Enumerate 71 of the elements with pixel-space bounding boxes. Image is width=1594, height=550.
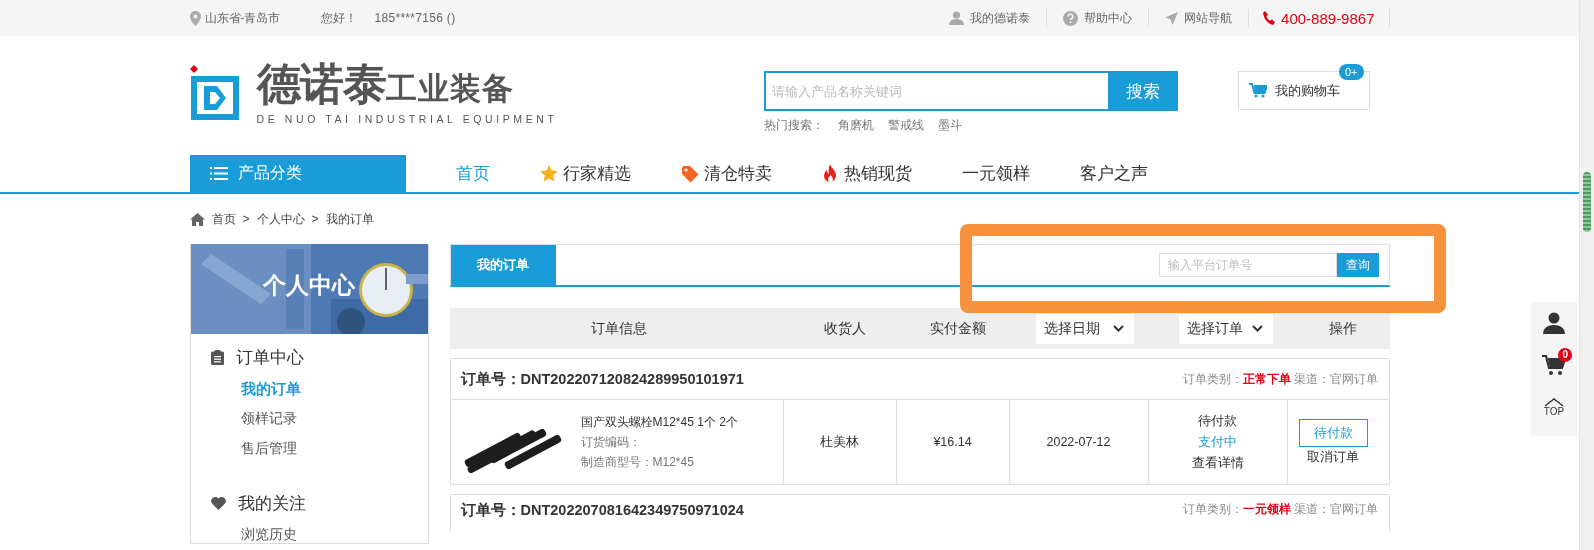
- breadcrumb-separator: >: [311, 212, 319, 226]
- user-phone-text[interactable]: 185****7156 (): [374, 11, 456, 25]
- flame-icon: [821, 163, 839, 184]
- user-icon: [949, 11, 965, 25]
- logo-title: 德诺泰: [256, 62, 386, 106]
- location-pin-icon: [189, 10, 201, 26]
- product-name[interactable]: 国产双头螺栓M12*45 1个 2个: [580, 413, 738, 431]
- product-model: 制造商型号：M12*45: [580, 453, 695, 471]
- cart-count-badge: 0: [1558, 348, 1572, 362]
- top-link[interactable]: 网站导航: [1184, 9, 1233, 27]
- sidebar-group-title: 订单中心: [235, 346, 304, 369]
- order-date: 2022-07-12: [1046, 435, 1111, 449]
- breadcrumb-current: 我的订单: [325, 210, 374, 228]
- breadcrumb-link[interactable]: 首页: [211, 210, 236, 228]
- chevron-down-icon: [1113, 325, 1124, 332]
- column-header: 操作: [1328, 319, 1358, 338]
- nav-link[interactable]: 行家精选: [562, 162, 631, 185]
- clipboard-icon: [210, 349, 224, 365]
- order-number: 订单号：DNT202207081642349750971024: [460, 501, 744, 520]
- search-field[interactable]: 请输入产品名称关键词: [763, 71, 1108, 111]
- order-meta-text: 订单类别：一元领样 渠道：官网订单: [1183, 501, 1379, 518]
- home-icon: [189, 212, 205, 226]
- filter-dropdown[interactable]: 选择订单: [1179, 313, 1273, 344]
- column-header: 订单信息: [590, 319, 648, 338]
- top-link[interactable]: 帮助中心: [1084, 9, 1133, 27]
- receiver-name: 杜美林: [820, 433, 859, 451]
- hot-search-link[interactable]: 警戒线: [887, 117, 924, 134]
- order-status: 待付款: [1198, 412, 1237, 430]
- breadcrumb-link[interactable]: 个人中心: [256, 210, 305, 228]
- column-header: 实付金额: [929, 319, 987, 338]
- phone-icon: [1263, 11, 1276, 25]
- column-header: 收货人: [823, 319, 867, 338]
- details-link[interactable]: 查看详情: [1191, 454, 1244, 472]
- help-icon: [1063, 10, 1079, 26]
- hotline-number: 400-889-9867: [1281, 9, 1375, 27]
- sidebar-item[interactable]: 售后管理: [240, 434, 428, 464]
- cancel-order-link[interactable]: 取消订单: [1307, 448, 1359, 466]
- heart-icon: [210, 496, 226, 510]
- nav-link[interactable]: 客户之声: [1079, 162, 1148, 185]
- navigation-arrow-icon: [1165, 11, 1179, 25]
- hot-search-link[interactable]: 角磨机: [837, 117, 874, 134]
- breadcrumb-separator: >: [242, 212, 250, 226]
- filter-dropdown[interactable]: 选择日期: [1036, 313, 1134, 344]
- location-text[interactable]: 山东省-青岛市: [204, 9, 281, 27]
- top-link[interactable]: 我的德诺泰: [970, 9, 1031, 27]
- nav-link[interactable]: 清仓特卖: [703, 162, 772, 185]
- sidebar-item[interactable]: 浏览历史: [240, 520, 428, 550]
- logo-subtitle: 工业装备: [385, 71, 514, 108]
- greeting-text: 您好！: [320, 9, 357, 27]
- logo-tagline: DE NUO TAI INDUSTRIAL EQUIPMENT: [256, 113, 558, 125]
- menu-icon: [209, 167, 228, 180]
- cart-icon: [1248, 83, 1267, 98]
- order-number: 订单号：DNT202207120824289950101971: [460, 369, 744, 389]
- nav-link[interactable]: 热销现货: [843, 162, 912, 185]
- user-icon[interactable]: [1543, 312, 1565, 334]
- order-amount: ¥16.14: [933, 435, 972, 449]
- nav-link[interactable]: 一元领样: [961, 162, 1030, 185]
- sidebar-group-title: 我的关注: [237, 492, 306, 515]
- cart-count-badge: 0+: [1338, 64, 1364, 80]
- sidebar-item[interactable]: 领样记录: [240, 404, 428, 434]
- sidebar-title: 个人中心: [262, 271, 356, 300]
- order-number-field[interactable]: 输入平台订单号: [1158, 253, 1337, 277]
- hot-search-label: 热门搜索：: [763, 117, 824, 134]
- back-to-top-button[interactable]: TOP: [1543, 397, 1565, 417]
- order-meta-text: 订单类别：正常下单 渠道：官网订单: [1183, 370, 1379, 388]
- chevron-down-icon: [1252, 325, 1263, 332]
- hot-search-link[interactable]: 墨斗: [937, 117, 962, 134]
- scrollbar-thumb[interactable]: [1583, 172, 1591, 232]
- tag-icon: [680, 164, 699, 183]
- product-code-label: 订货编码：: [580, 433, 642, 451]
- star-icon: [539, 165, 558, 182]
